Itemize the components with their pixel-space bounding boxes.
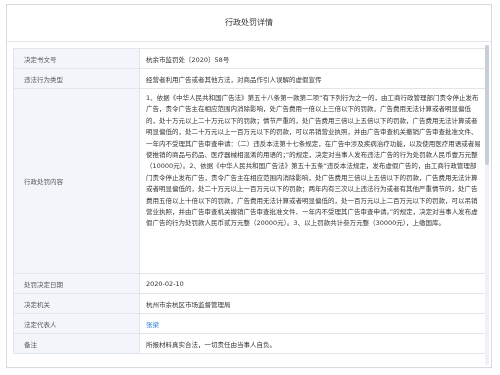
vertical-scrollbar[interactable] — [485, 45, 489, 365]
row-label-penalty-content: 行政处罚内容 — [14, 89, 140, 273]
row-value-decision-authority: 杭州市余杭区市场监督管理局 — [140, 294, 488, 313]
row-label-violation-type: 违法行为类型 — [14, 69, 140, 88]
table-row: 决定机关 杭州市余杭区市场监督管理局 — [14, 294, 488, 314]
row-label-decision-authority: 决定机关 — [14, 294, 140, 313]
table-row: 决定书文号 杭余市监罚处〔2020〕58号 — [14, 49, 488, 69]
table-row: 处罚决定日期 2020-02-10 — [14, 274, 488, 294]
penalty-detail-dialog: 行政处罚详情 决定书文号 杭余市监罚处〔2020〕58号 违法行为类型 经营者利… — [6, 4, 492, 368]
row-label-legal-representative: 法定代表人 — [14, 314, 140, 333]
row-value-remarks: 所报材料真实合法，一切责任由当事人自负。 — [140, 334, 488, 353]
scrollbar-thumb[interactable] — [485, 45, 489, 165]
table-row: 法定代表人 张梁 — [14, 314, 488, 334]
row-value-decision-number: 杭余市监罚处〔2020〕58号 — [140, 49, 488, 68]
row-value-violation-type: 经营者利用广告或者其他方法，对商品作引人误解的虚假宣传 — [140, 69, 488, 88]
legal-representative-link[interactable]: 张梁 — [140, 314, 488, 333]
row-label-decision-number: 决定书文号 — [14, 49, 140, 68]
row-label-remarks: 备注 — [14, 334, 140, 353]
table-row: 违法行为类型 经营者利用广告或者其他方法，对商品作引人误解的虚假宣传 — [14, 69, 488, 89]
table-row: 备注 所报材料真实合法，一切责任由当事人自负。 — [14, 334, 488, 354]
detail-table: 决定书文号 杭余市监罚处〔2020〕58号 违法行为类型 经营者利用广告或者其他… — [13, 48, 488, 354]
dialog-title: 行政处罚详情 — [7, 5, 491, 42]
row-value-penalty-content: 1、依据《中华人民共和国广告法》第五十八条第一款第二项“有下列行为之一的，由工商… — [140, 89, 488, 273]
row-value-decision-date: 2020-02-10 — [140, 274, 488, 293]
table-row: 行政处罚内容 1、依据《中华人民共和国广告法》第五十八条第一款第二项“有下列行为… — [14, 89, 488, 274]
row-label-decision-date: 处罚决定日期 — [14, 274, 140, 293]
